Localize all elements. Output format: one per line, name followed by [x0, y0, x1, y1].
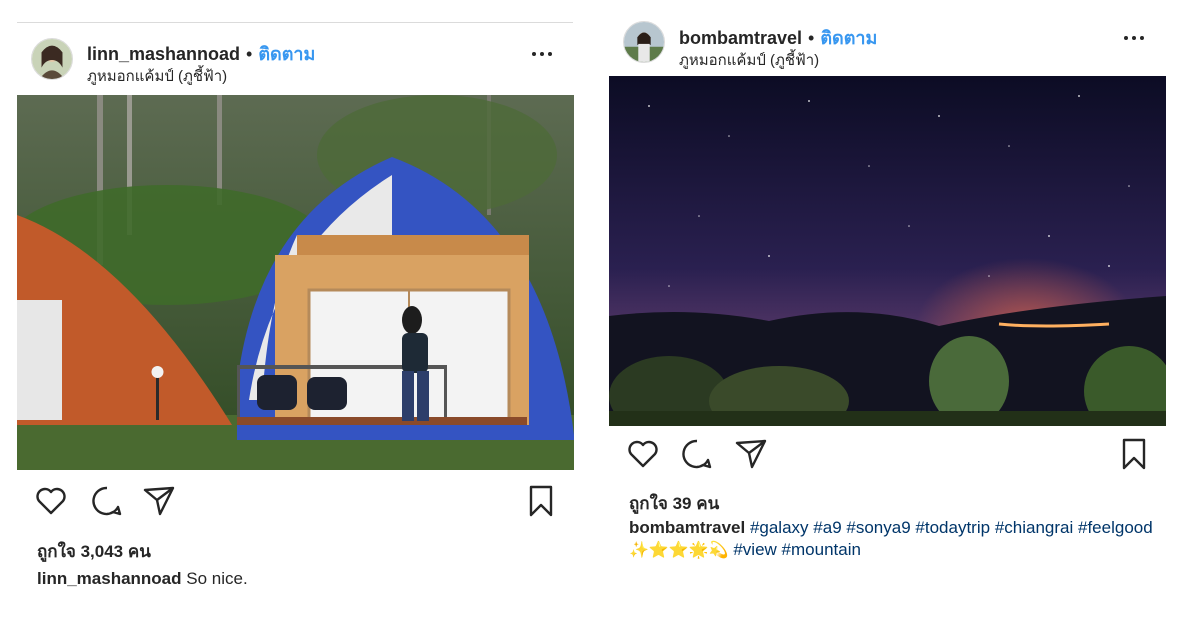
- separator: •: [246, 44, 253, 64]
- avatar[interactable]: [623, 21, 665, 63]
- heart-icon[interactable]: [625, 436, 661, 472]
- username[interactable]: linn_mashannoad: [87, 44, 240, 64]
- separator: •: [808, 28, 815, 48]
- post-card-1: linn_mashannoad • ติดตาม ภูหมอกแค้มป์ (ภูช…: [17, 0, 574, 633]
- post-header: bombamtravel • ติดตาม ภูหมอกแค้มป์ (ภูชี้ฟ…: [609, 20, 1166, 80]
- hashtag[interactable]: #feelgood: [1078, 518, 1153, 537]
- follow-button[interactable]: ติดตาม: [258, 44, 315, 64]
- caption-username[interactable]: linn_mashannoad: [37, 569, 182, 588]
- hashtag[interactable]: #todaytrip: [915, 518, 990, 537]
- hashtag[interactable]: #galaxy: [750, 518, 809, 537]
- location-link[interactable]: ภูหมอกแค้มป์ (ภูชี้ฟ้า): [679, 48, 819, 72]
- share-icon[interactable]: [141, 483, 177, 519]
- hashtag[interactable]: #sonya9: [846, 518, 910, 537]
- location-link[interactable]: ภูหมอกแค้มป์ (ภูชี้ฟ้า): [87, 64, 227, 88]
- cabin-photo[interactable]: [17, 95, 574, 470]
- caption-text: So nice.: [186, 569, 248, 588]
- more-icon[interactable]: [1124, 32, 1148, 44]
- divider: [17, 22, 573, 23]
- emoji-group: ✨⭐⭐🌟💫: [629, 540, 729, 559]
- like-count[interactable]: ถูกใจ 39 คน: [629, 490, 719, 517]
- more-icon[interactable]: [532, 48, 556, 60]
- post-card-2: bombamtravel • ติดตาม ภูหมอกแค้มป์ (ภูชี้ฟ…: [609, 0, 1166, 633]
- hashtag[interactable]: #chiangrai: [995, 518, 1073, 537]
- comment-icon[interactable]: [679, 436, 715, 472]
- bookmark-icon[interactable]: [523, 483, 559, 519]
- caption-username[interactable]: bombamtravel: [629, 518, 745, 537]
- night-sky-photo[interactable]: [609, 76, 1166, 426]
- caption: linn_mashannoad So nice.: [37, 568, 248, 590]
- comment-icon[interactable]: [89, 483, 125, 519]
- like-count[interactable]: ถูกใจ 3,043 คน: [37, 538, 151, 565]
- hashtag[interactable]: #mountain: [782, 540, 861, 559]
- action-bar: [17, 483, 574, 523]
- post-header: linn_mashannoad • ติดตาม ภูหมอกแค้มป์ (ภูช…: [17, 36, 574, 96]
- bookmark-icon[interactable]: [1116, 436, 1152, 472]
- share-icon[interactable]: [733, 436, 769, 472]
- action-bar: [609, 436, 1166, 476]
- caption: bombamtravel #galaxy #a9 #sonya9 #todayt…: [629, 517, 1159, 561]
- heart-icon[interactable]: [33, 483, 69, 519]
- username[interactable]: bombamtravel: [679, 28, 802, 48]
- avatar[interactable]: [31, 38, 73, 80]
- hashtag[interactable]: #a9: [813, 518, 841, 537]
- follow-button[interactable]: ติดตาม: [820, 28, 877, 48]
- hashtag[interactable]: #view: [733, 540, 776, 559]
